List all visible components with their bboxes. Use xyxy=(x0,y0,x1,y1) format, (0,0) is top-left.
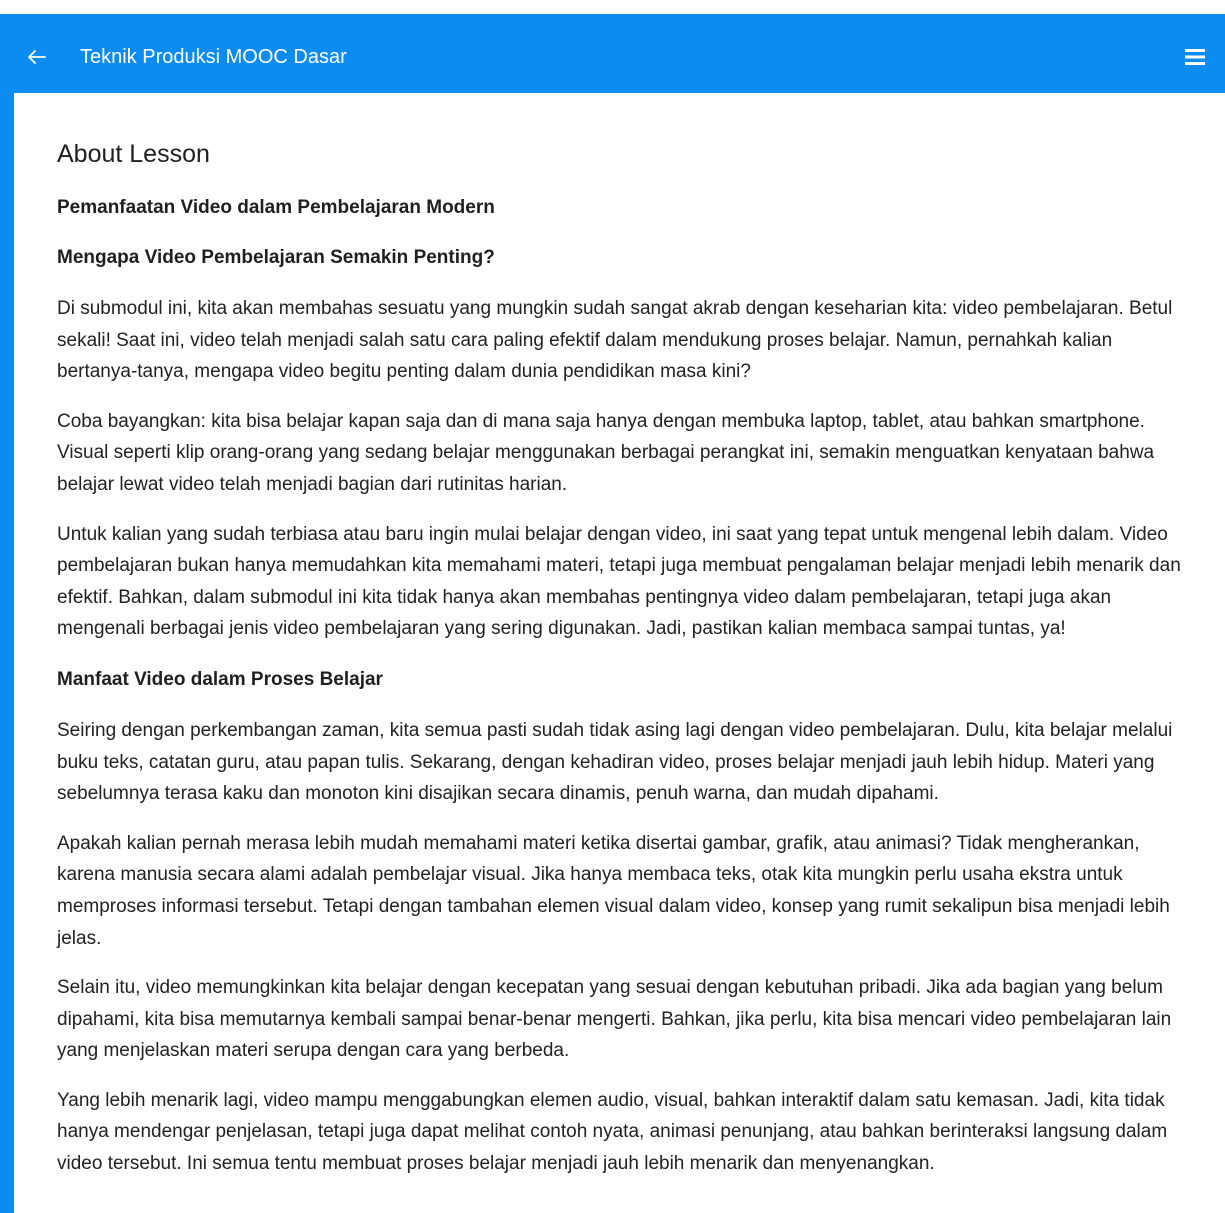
arrow-left-icon xyxy=(28,50,46,64)
paragraph: Seiring dengan perkembangan zaman, kita … xyxy=(57,719,1173,805)
back-button[interactable] xyxy=(28,40,62,74)
section-heading: Mengapa Video Pembelajaran Semakin Penti… xyxy=(57,247,495,268)
hamburger-menu-icon xyxy=(1185,49,1205,65)
paragraph: Apakah kalian pernah merasa lebih mudah … xyxy=(57,832,1170,949)
menu-button[interactable] xyxy=(1185,48,1205,68)
paragraph: Coba bayangkan: kita bisa belajar kapan … xyxy=(57,410,1155,495)
course-title: Teknik Produksi MOOC Dasar xyxy=(80,46,347,68)
app-frame: Teknik Produksi MOOC Dasar About Lesson … xyxy=(0,14,1225,1213)
top-bar: Teknik Produksi MOOC Dasar xyxy=(0,14,1225,93)
lesson-title: Pemanfaatan Video dalam Pembelajaran Mod… xyxy=(57,197,495,218)
paragraph: Yang lebih menarik lagi, video mampu men… xyxy=(57,1089,1168,1175)
section-heading: Manfaat Video dalam Proses Belajar xyxy=(57,668,383,690)
paragraph: Di submodul ini, kita akan membahas sesu… xyxy=(57,298,1173,383)
lesson-content: About Lesson Pemanfaatan Video dalam Pem… xyxy=(14,93,1225,1213)
paragraph: Selain itu, video memungkinkan kita bela… xyxy=(57,977,1172,1062)
paragraph: Untuk kalian yang sudah terbiasa atau ba… xyxy=(57,523,1181,640)
lesson-body: About Lesson Pemanfaatan Video dalam Pem… xyxy=(57,93,1197,1180)
about-lesson-heading: About Lesson xyxy=(57,140,210,168)
